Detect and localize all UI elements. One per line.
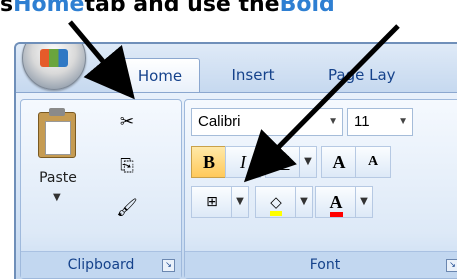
arrow-to-home-tab [68,20,135,100]
annotation-arrows [68,20,400,183]
arrow-to-bold-button [243,24,400,183]
